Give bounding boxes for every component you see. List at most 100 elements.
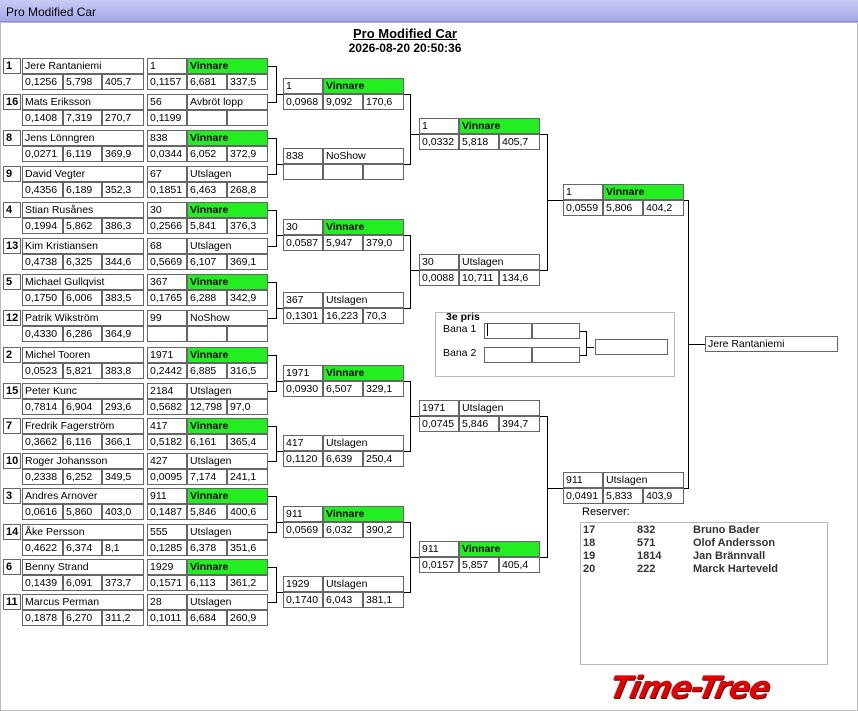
car-number[interactable]: 838 <box>147 130 187 146</box>
elapsed-time[interactable]: 5,846 <box>187 504 227 520</box>
elapsed-time[interactable]: 6,885 <box>187 363 227 379</box>
speed[interactable]: 250,4 <box>363 451 404 467</box>
elapsed-time[interactable]: 6,684 <box>187 610 227 626</box>
race-result[interactable]: Vinnare <box>323 365 404 381</box>
car-number[interactable]: 367 <box>147 274 187 290</box>
race-result[interactable]: Vinnare <box>459 118 540 134</box>
speed[interactable]: 170,6 <box>363 94 404 110</box>
reaction-time[interactable]: 0,1851 <box>147 182 187 198</box>
elapsed-time[interactable] <box>187 326 227 342</box>
speed[interactable]: 390,2 <box>363 522 404 538</box>
car-number[interactable]: 1 <box>563 184 603 200</box>
speed[interactable]: 293,6 <box>102 399 144 415</box>
race-result[interactable]: Vinnare <box>187 418 268 434</box>
car-number[interactable]: 911 <box>147 488 187 504</box>
speed[interactable]: 383,5 <box>102 290 144 306</box>
race-result[interactable]: Vinnare <box>187 559 268 575</box>
speed[interactable]: 97,0 <box>227 399 268 415</box>
race-result[interactable]: Utslagen <box>187 524 268 540</box>
elapsed-time[interactable] <box>187 110 227 126</box>
elapsed-time[interactable]: 5,947 <box>323 235 363 251</box>
speed[interactable]: 386,3 <box>102 218 144 234</box>
race-result[interactable]: Vinnare <box>187 347 268 363</box>
race-result[interactable]: Utslagen <box>323 435 404 451</box>
champion-name[interactable]: Jere Rantaniemi <box>705 336 838 352</box>
race-result[interactable]: Vinnare <box>187 202 268 218</box>
speed[interactable]: 405,7 <box>102 74 144 90</box>
speed[interactable]: 364,9 <box>102 326 144 342</box>
race-result[interactable]: Vinnare <box>187 58 268 74</box>
speed[interactable]: 352,3 <box>102 182 144 198</box>
driver-name[interactable]: Benny Strand <box>22 559 144 575</box>
reaction-time[interactable]: 0,0271 <box>22 146 63 162</box>
car-number[interactable]: 1971 <box>283 365 323 381</box>
speed[interactable]: 365,4 <box>227 434 268 450</box>
race-result[interactable]: Utslagen <box>323 292 404 308</box>
reaction-time[interactable]: 0,4738 <box>22 254 63 270</box>
car-number[interactable]: 367 <box>283 292 323 308</box>
elapsed-time[interactable]: 12,798 <box>187 399 227 415</box>
reaction-time[interactable]: 0,0523 <box>22 363 63 379</box>
car-number[interactable]: 1929 <box>283 576 323 592</box>
car-number[interactable]: 56 <box>147 94 187 110</box>
reaction-time[interactable]: 0,1011 <box>147 610 187 626</box>
driver-name[interactable]: Michael Gullqvist <box>22 274 144 290</box>
reaction-time[interactable]: 0,1750 <box>22 290 63 306</box>
driver-name[interactable]: Roger Johansson <box>22 453 144 469</box>
reaction-time[interactable]: 0,1439 <box>22 575 63 591</box>
car-number[interactable]: 2184 <box>147 383 187 399</box>
reaction-time[interactable]: 0,5182 <box>147 434 187 450</box>
elapsed-time[interactable]: 5,806 <box>603 200 643 216</box>
elapsed-time[interactable]: 6,270 <box>63 610 102 626</box>
race-result[interactable]: NoShow <box>323 148 404 164</box>
speed[interactable]: 337,5 <box>227 74 268 90</box>
race-result[interactable]: NoShow <box>187 310 268 326</box>
reaction-time[interactable]: 0,0569 <box>283 522 323 538</box>
car-number[interactable]: 30 <box>419 254 459 270</box>
elapsed-time[interactable]: 6,032 <box>323 522 363 538</box>
speed[interactable]: 405,7 <box>499 134 540 150</box>
speed[interactable]: 403,0 <box>102 504 144 520</box>
elapsed-time[interactable]: 5,818 <box>459 134 499 150</box>
speed[interactable]: 70,3 <box>363 308 404 324</box>
lane1-result[interactable] <box>532 323 580 339</box>
reaction-time[interactable]: 0,0559 <box>563 200 603 216</box>
reaction-time[interactable]: 0,1301 <box>283 308 323 324</box>
reaction-time[interactable]: 0,4622 <box>22 540 63 556</box>
driver-name[interactable]: Kim Kristiansen <box>22 238 144 254</box>
driver-name[interactable]: Jere Rantaniemi <box>22 58 144 74</box>
car-number[interactable]: 911 <box>419 541 459 557</box>
speed[interactable] <box>227 326 268 342</box>
driver-name[interactable]: Peter Kunc <box>22 383 144 399</box>
car-number[interactable]: 911 <box>283 506 323 522</box>
race-result[interactable]: Vinnare <box>603 184 684 200</box>
speed[interactable]: 311,2 <box>102 610 144 626</box>
speed[interactable]: 8,1 <box>102 540 144 556</box>
reaction-time[interactable]: 0,0095 <box>147 469 187 485</box>
car-number[interactable]: 911 <box>563 472 603 488</box>
elapsed-time[interactable]: 6,378 <box>187 540 227 556</box>
car-number[interactable]: 1 <box>283 78 323 94</box>
elapsed-time[interactable]: 5,841 <box>187 218 227 234</box>
reaction-time[interactable]: 0,1199 <box>147 110 187 126</box>
reaction-time[interactable]: 0,1120 <box>283 451 323 467</box>
elapsed-time[interactable]: 5,821 <box>63 363 102 379</box>
elapsed-time[interactable]: 6,463 <box>187 182 227 198</box>
reaction-time[interactable]: 0,5682 <box>147 399 187 415</box>
reaction-time[interactable]: 0,1571 <box>147 575 187 591</box>
reaction-time[interactable]: 0,0968 <box>283 94 323 110</box>
car-number[interactable]: 555 <box>147 524 187 540</box>
elapsed-time[interactable]: 6,189 <box>63 182 102 198</box>
reaction-time[interactable]: 0,1285 <box>147 540 187 556</box>
driver-name[interactable]: Stian Rusånes <box>22 202 144 218</box>
lane2-no[interactable] <box>484 347 532 363</box>
race-result[interactable]: Utslagen <box>187 594 268 610</box>
speed[interactable]: 268,8 <box>227 182 268 198</box>
car-number[interactable]: 67 <box>147 166 187 182</box>
lane1-no[interactable] <box>484 323 532 339</box>
elapsed-time[interactable]: 6,091 <box>63 575 102 591</box>
reaction-time[interactable]: 0,1878 <box>22 610 63 626</box>
speed[interactable]: 376,3 <box>227 218 268 234</box>
elapsed-time[interactable]: 6,252 <box>63 469 102 485</box>
driver-name[interactable]: David Vegter <box>22 166 144 182</box>
